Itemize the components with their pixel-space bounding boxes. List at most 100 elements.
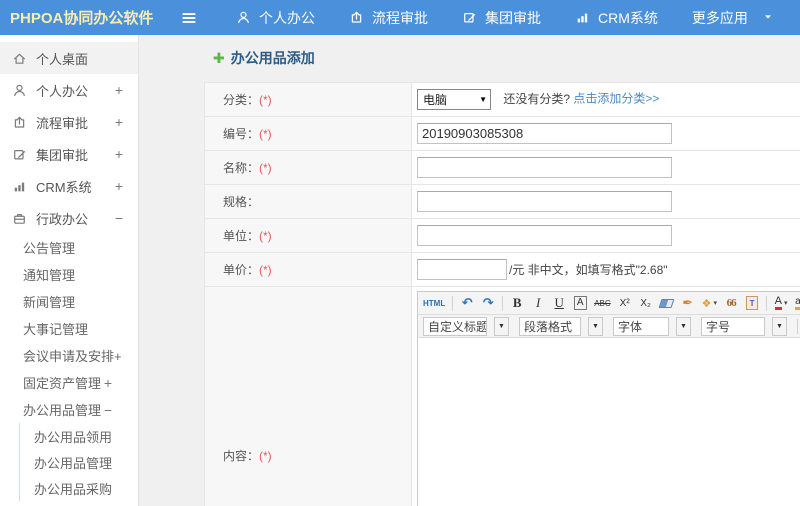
sidebar-item-announcement-mgmt[interactable]: 公告管理 [0,234,138,261]
font-family-select-arrow[interactable]: ▼ [676,316,691,336]
sidebar-item-personal-desktop[interactable]: 个人桌面 [0,42,138,74]
subscript-button[interactable]: X₂ [639,294,653,312]
auto-format-button[interactable]: ❖ ▾ [702,294,717,312]
highlight-color-button[interactable]: ab▾ [795,294,800,312]
sidebar-item-office-supplies-requisition[interactable]: 办公用品领用 [20,423,138,449]
font-color-icon: A [774,296,782,310]
html-source-button[interactable]: HTML [423,294,445,312]
nav-item-crm-system[interactable]: CRM系统 [575,8,658,28]
topbar: PHPOA协同办公软件 个人办公 流程审批 集团审批 CRM系统 更多应用 [0,0,800,35]
paste-text-icon: T [746,296,759,310]
boxed-a-icon: A [573,296,587,310]
unit-input[interactable] [417,225,672,246]
form-row-name: 名称：(*) [204,150,800,185]
nav-item-label: CRM系统 [598,9,658,26]
sidebar-item-personal-office[interactable]: 个人办公 + [0,74,138,106]
sidebar-item-fixed-assets-mgmt[interactable]: 固定资产管理 + [0,369,138,396]
sidebar-item-office-supplies-mgmt[interactable]: 办公用品管理 − [0,396,138,423]
spec-label: 规格： [204,184,412,219]
boxed-a-button[interactable]: A [573,294,587,312]
name-label: 名称：(*) [204,150,412,185]
editor-content-area[interactable] [418,338,800,506]
paste-text-button[interactable]: T [745,294,759,312]
sidebar-item-memorabilia-mgmt[interactable]: 大事记管理 [0,315,138,342]
subscript-icon: X₂ [640,297,651,309]
required-marker: (*) [259,448,272,463]
add-category-link[interactable]: 点击添加分类>> [573,92,659,106]
sidebar-item-crm-system[interactable]: CRM系统 + [0,170,138,202]
hamburger-menu-icon[interactable] [180,9,198,27]
sidebar-item-meeting-request[interactable]: 会议申请及安排+ [0,342,138,369]
nav-item-personal-office[interactable]: 个人办公 [236,8,315,28]
code-input[interactable] [417,123,672,144]
flow-icon [12,115,27,130]
nav-item-more-apps[interactable]: 更多应用 [692,8,774,28]
name-input[interactable] [417,157,672,178]
spec-input[interactable] [417,191,672,212]
superscript-icon: X² [619,297,630,309]
sidebar-item-label: 流程审批 [36,115,89,131]
sidebar-item-office-supplies-purchase[interactable]: 办公用品采购 [20,475,138,501]
nav-item-label: 集团审批 [485,9,541,26]
expand-icon: + [114,178,123,194]
category-label: 分类：(*) [204,82,412,117]
nav-item-workflow-approval[interactable]: 流程审批 [349,8,428,28]
blockquote-button[interactable]: 66 [724,294,738,312]
sidebar-item-news-mgmt[interactable]: 新闻管理 [0,288,138,315]
toolbar-separator [502,295,504,311]
sidebar-item-label: 个人桌面 [36,51,89,67]
strikethrough-icon: ABC [594,298,611,308]
redo-button[interactable]: ↷ [481,294,495,312]
sidebar-item-label: 会议申请及安排+ [23,349,122,364]
font-color-button[interactable]: A ▾ [774,294,788,312]
page-title: ✚ 办公用品添加 [213,48,800,68]
editor-toolbar-row1: HTML↶↷BIUAABCX²X₂✒❖▾66TA▾ab▾ [418,292,800,315]
format-brush-button[interactable]: ✒ [681,294,695,312]
unit-label: 单位：(*) [204,218,412,253]
custom-title-select-arrow[interactable]: ▼ [494,316,509,336]
price-input[interactable] [417,259,507,280]
home-icon [12,51,27,66]
sidebar-item-label: 通知管理 [23,268,76,283]
form-row-unit: 单位：(*) [204,218,800,253]
bold-icon: B [512,295,522,310]
custom-title-select[interactable]: 自定义标题 [423,316,487,336]
form-row-code: 编号：(*) [204,116,800,151]
italic-button[interactable]: I [531,294,545,312]
bold-button[interactable]: B [510,294,524,312]
superscript-button[interactable]: X² [618,294,632,312]
sidebar-item-label: 办公用品管理 [23,403,102,418]
underline-button[interactable]: U [552,294,566,312]
nav-item-group-approval[interactable]: 集团审批 [462,8,541,28]
form-row-category: 分类：(*) 电脑 ▼ 还没有分类? 点击添加分类>> [204,82,800,117]
font-family-select[interactable]: 字体 [613,316,669,336]
expand-icon: + [114,82,123,98]
expand-icon: + [114,146,123,162]
collapse-icon: − [103,401,112,418]
format-brush-icon: ✒ [682,295,694,310]
paragraph-format-select-arrow[interactable]: ▼ [588,316,603,336]
font-size-select-arrow[interactable]: ▼ [772,316,787,336]
undo-button[interactable]: ↶ [460,294,474,312]
sidebar-subgroup: 办公用品领用 办公用品管理 办公用品采购 [19,423,138,501]
person-icon [12,83,27,98]
sidebar-item-workflow-approval[interactable]: 流程审批 + [0,106,138,138]
sidebar-item-admin-office[interactable]: 行政办公 − [0,202,138,234]
underline-icon: U [554,295,564,310]
person-icon [236,10,251,25]
sidebar-item-office-supplies-manage[interactable]: 办公用品管理 [20,449,138,475]
eraser-button[interactable] [658,294,675,312]
sidebar-item-group-approval[interactable]: 集团审批 + [0,138,138,170]
paragraph-format-select[interactable]: 段落格式 [519,316,581,336]
category-select[interactable]: 电脑 ▼ [417,89,491,110]
strikethrough-button[interactable]: ABC [594,294,610,312]
edit-icon [462,10,477,25]
chevron-down-icon [762,10,774,26]
price-label: 单价：(*) [204,252,412,287]
font-size-select[interactable]: 字号 [701,316,765,336]
price-format-hint: /元 非中文，如填写格式"2.68" [509,263,668,277]
italic-icon: I [536,295,541,310]
category-hint: 还没有分类? [503,91,571,106]
chart-icon [12,179,27,194]
sidebar-item-notice-mgmt[interactable]: 通知管理 [0,261,138,288]
